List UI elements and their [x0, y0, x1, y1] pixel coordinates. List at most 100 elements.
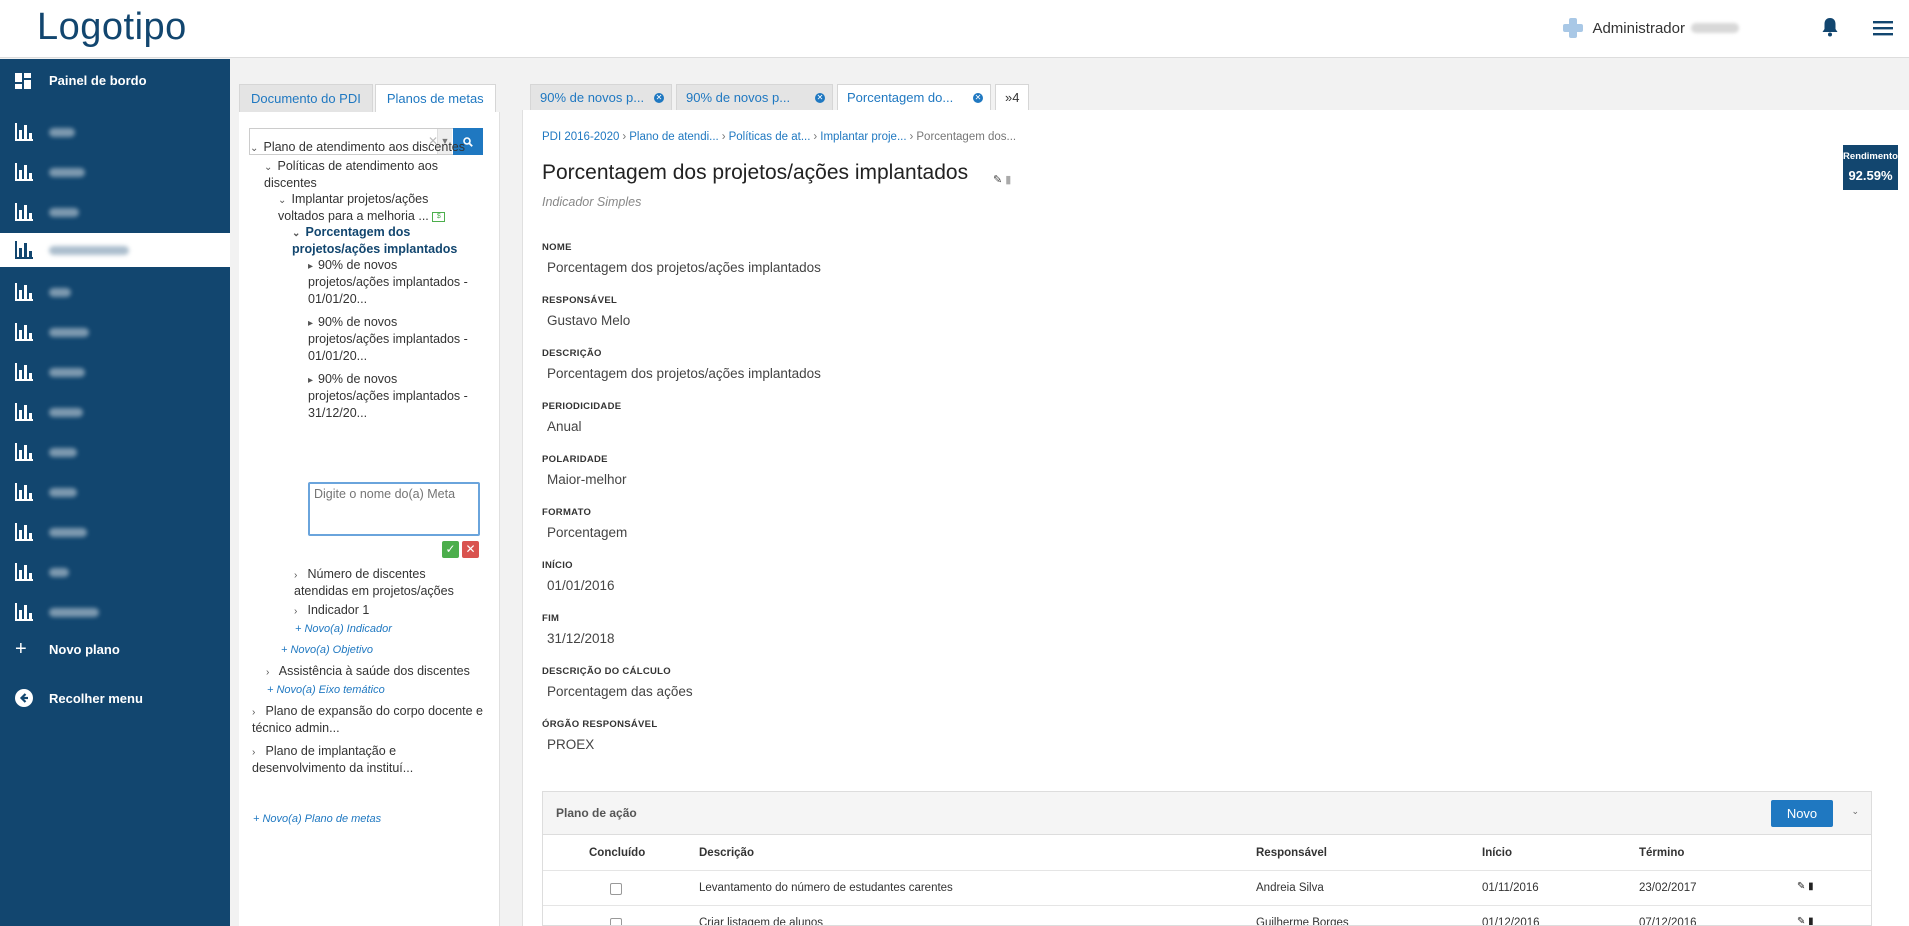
tree-node-indicador-cont[interactable]: atendidas em projetos/ações	[294, 583, 454, 600]
bar-chart-icon	[15, 241, 35, 259]
tree-node-plan[interactable]: › Plano de implantação e	[252, 743, 396, 761]
tree-node-meta-cont[interactable]: projetos/ações implantados -	[308, 331, 468, 348]
sidebar-item-label-redacted	[49, 287, 71, 297]
close-tab-icon[interactable]: ✕	[815, 93, 825, 103]
tree-node-meta-cont[interactable]: 31/12/20...	[308, 405, 367, 422]
column-header-termino[interactable]: Término	[1639, 847, 1684, 859]
action-plan-panel: Plano de ação Novo ⌄ Concluído Descrição…	[542, 791, 1872, 926]
new-indicador-link[interactable]: + Novo(a) Indicador	[295, 623, 392, 635]
hamburger-menu-icon[interactable]	[1873, 19, 1893, 37]
done-checkbox[interactable]	[610, 883, 622, 895]
tree-node-plan[interactable]: ⌄ Plano de atendimento aos discentes	[250, 139, 465, 157]
breadcrumb-item[interactable]: Plano de atendi...	[629, 131, 719, 143]
tree-node-indicador-selected[interactable]: ⌄ Porcentagem dos	[292, 224, 410, 242]
field-label-descricao-calculo: DESCRIÇÃO DO CÁLCULO	[542, 666, 671, 677]
sidebar-item-plan[interactable]	[0, 195, 230, 229]
tab-planos-de-metas[interactable]: Planos de metas	[374, 84, 496, 113]
new-meta-name-input[interactable]	[308, 482, 480, 536]
bar-chart-icon	[15, 443, 35, 461]
sidebar-item-plan[interactable]	[0, 155, 230, 189]
close-tab-icon[interactable]: ✕	[973, 93, 983, 103]
sidebar-item-plan[interactable]	[0, 275, 230, 309]
user-menu[interactable]: Administrador	[1562, 17, 1739, 39]
tab-meta-2[interactable]: 90% de novos p... ✕	[676, 84, 833, 111]
tree-node-meta-cont[interactable]: 01/01/20...	[308, 348, 367, 365]
bar-chart-icon	[15, 403, 35, 421]
sidebar-item-plan[interactable]	[0, 355, 230, 389]
field-value-periodicidade: Anual	[547, 419, 582, 434]
close-tab-icon[interactable]: ✕	[654, 93, 664, 103]
tree-node-indicador[interactable]: › Número de discentes	[294, 566, 426, 584]
chevron-right-icon: ›	[252, 747, 256, 758]
tab-meta-1[interactable]: 90% de novos p... ✕	[530, 84, 672, 111]
chevron-down-icon: ⌄	[250, 143, 259, 154]
tree-node-meta[interactable]: ▸ 90% de novos	[308, 314, 397, 332]
chevron-down-icon: ⌄	[278, 195, 287, 206]
new-action-button[interactable]: Novo	[1771, 800, 1833, 827]
tree-node-eixo-cont[interactable]: discentes	[264, 175, 317, 192]
chevron-down-icon[interactable]: ⌄	[1851, 806, 1859, 817]
edit-pencil-icon[interactable]: ✎	[1797, 916, 1805, 925]
sidebar-item-plan[interactable]	[0, 315, 230, 349]
tree-node-plan-cont[interactable]: desenvolvimento da instituí...	[252, 760, 413, 777]
more-tabs-button[interactable]: »4	[995, 84, 1030, 111]
trash-icon[interactable]: ▮	[1808, 916, 1814, 925]
field-label-periodicidade: PERIODICIDADE	[542, 401, 622, 412]
tree-node-meta[interactable]: ▸ 90% de novos	[308, 371, 397, 389]
bar-chart-icon	[15, 323, 35, 341]
sidebar-item-plan[interactable]	[0, 395, 230, 429]
sidebar-item-plan[interactable]	[0, 595, 230, 629]
tree-node-eixo[interactable]: › Assistência à saúde dos discentes	[266, 663, 470, 681]
tree-node-indicador-selected-cont[interactable]: projetos/ações implantados	[292, 241, 457, 258]
sidebar-item-plan[interactable]	[0, 475, 230, 509]
sidebar-item-plan[interactable]	[0, 115, 230, 149]
tree-node-plan-cont[interactable]: técnico admin...	[252, 720, 340, 737]
sidebar-item-plan[interactable]	[0, 435, 230, 469]
collapse-arrow-icon	[15, 689, 35, 707]
new-eixo-link[interactable]: + Novo(a) Eixo temático	[267, 684, 385, 696]
logo[interactable]: Logotipo	[37, 6, 187, 49]
edit-pencil-icon[interactable]: ✎	[1797, 881, 1805, 892]
column-header-descricao[interactable]: Descrição	[699, 847, 754, 859]
title-actions: ✎ ▮	[993, 173, 1011, 186]
row-responsavel: Andreia Silva	[1256, 882, 1324, 894]
row-actions: ✎ ▮	[1797, 916, 1814, 925]
tree-node-objetivo[interactable]: ⌄ Implantar projetos/ações	[278, 191, 428, 209]
new-plano-link[interactable]: + Novo(a) Plano de metas	[253, 813, 381, 825]
notifications-bell-icon[interactable]	[1821, 17, 1839, 37]
field-label-nome: NOME	[542, 242, 572, 253]
tree-node-plan[interactable]: › Plano de expansão do corpo docente e	[252, 703, 483, 721]
sidebar-new-plan[interactable]: + Novo plano	[0, 632, 230, 666]
column-header-concluido[interactable]: Concluído	[589, 847, 645, 859]
tree-node-indicador[interactable]: › Indicador 1	[294, 602, 369, 620]
new-objetivo-link[interactable]: + Novo(a) Objetivo	[281, 644, 373, 656]
done-checkbox[interactable]	[610, 918, 622, 925]
sidebar-item-dashboard[interactable]: Painel de bordo	[0, 63, 230, 97]
user-avatar-icon	[1563, 18, 1584, 38]
tree-node-meta[interactable]: ▸ 90% de novos	[308, 257, 397, 275]
trash-icon[interactable]: ▮	[1005, 174, 1011, 186]
cancel-meta-button[interactable]: ✕	[462, 541, 479, 558]
tree-node-objetivo-cont[interactable]: voltados para a melhoria ... $	[278, 208, 446, 225]
tree-node-eixo[interactable]: ⌄ Políticas de atendimento aos	[264, 158, 438, 176]
field-label-orgao-responsavel: ÓRGÃO RESPONSÁVEL	[542, 719, 658, 730]
column-header-responsavel[interactable]: Responsável	[1256, 847, 1327, 859]
column-header-inicio[interactable]: Início	[1482, 847, 1512, 859]
tree-node-meta-cont[interactable]: projetos/ações implantados -	[308, 274, 468, 291]
breadcrumb-item[interactable]: PDI 2016-2020	[542, 131, 619, 143]
tab-indicador-active[interactable]: Porcentagem do... ✕	[837, 84, 991, 113]
tree-node-meta-cont[interactable]: projetos/ações implantados -	[308, 388, 468, 405]
sidebar-item-plan-active[interactable]	[0, 233, 230, 267]
trash-icon[interactable]: ▮	[1808, 881, 1814, 892]
table-row: Levantamento do número de estudantes car…	[543, 870, 1871, 906]
tree-node-meta-cont[interactable]: 01/01/20...	[308, 291, 367, 308]
bar-chart-icon	[15, 563, 35, 581]
sidebar-item-plan[interactable]	[0, 515, 230, 549]
sidebar-item-plan[interactable]	[0, 555, 230, 589]
sidebar-collapse-menu[interactable]: Recolher menu	[0, 681, 230, 715]
breadcrumb-item[interactable]: Políticas de at...	[729, 131, 811, 143]
edit-pencil-icon[interactable]: ✎	[993, 174, 1002, 186]
breadcrumb-item[interactable]: Implantar proje...	[820, 131, 906, 143]
tab-documento-pdi[interactable]: Documento do PDI	[239, 84, 373, 113]
confirm-meta-button[interactable]: ✓	[442, 541, 459, 558]
